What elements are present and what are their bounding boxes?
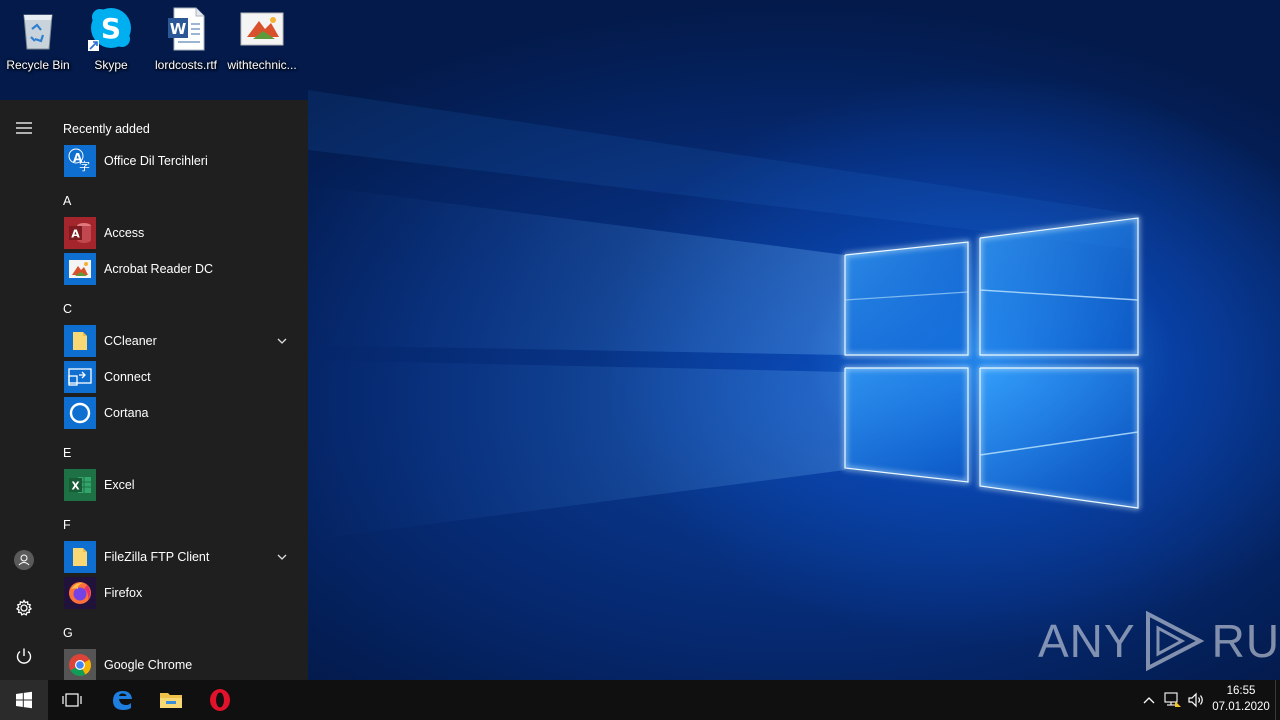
user-icon[interactable] <box>0 538 48 582</box>
app-cortana[interactable]: Cortana <box>48 395 300 431</box>
desktop-icon-recycle-bin[interactable]: Recycle Bin <box>0 6 76 78</box>
desktop-icon-label: Skype <box>94 58 128 72</box>
section-letter-c[interactable]: C <box>63 302 72 316</box>
app-name: Access <box>104 226 145 240</box>
file-explorer-taskbar-button[interactable] <box>147 680 195 720</box>
section-letter-f[interactable]: F <box>63 518 71 532</box>
watermark-right: RUN <box>1211 615 1280 667</box>
image-file-icon <box>238 6 286 52</box>
app-name: Acrobat Reader DC <box>104 262 214 276</box>
app-acrobat-reader-dc[interactable]: Acrobat Reader DC <box>48 251 300 287</box>
app-name: CCleaner <box>104 334 157 348</box>
recycle-bin-icon <box>14 6 62 52</box>
firefox-icon <box>64 577 96 609</box>
watermark-left: ANY <box>1038 615 1136 667</box>
section-letter-g[interactable]: G <box>63 626 73 640</box>
app-access[interactable]: A Access <box>48 215 300 251</box>
app-google-chrome[interactable]: Google Chrome <box>48 647 300 680</box>
task-view-icon <box>62 693 82 707</box>
app-name: Connect <box>104 370 151 384</box>
cortana-icon <box>64 397 96 429</box>
folder-icon <box>64 325 96 357</box>
start-windows-icon <box>16 691 32 709</box>
hamburger-menu-icon[interactable] <box>0 106 48 150</box>
desktop-icon-withtechnic[interactable]: withtechnic... <box>224 6 300 78</box>
edge-icon <box>113 691 132 710</box>
svg-text:W: W <box>170 20 187 38</box>
taskbar: 16:55 07.01.2020 <box>0 680 1280 720</box>
show-desktop-button[interactable] <box>1275 680 1280 720</box>
clock-date: 07.01.2020 <box>1212 701 1270 713</box>
desktop-icon-lordcosts[interactable]: W lordcosts.rtf <box>148 6 224 78</box>
power-icon[interactable] <box>0 634 48 678</box>
app-name: Cortana <box>104 406 149 420</box>
opera-icon <box>210 689 230 711</box>
clock-time: 16:55 <box>1226 685 1256 697</box>
chrome-icon <box>64 649 96 680</box>
app-office-dil-tercihleri[interactable]: A字 Office Dil Tercihleri <box>48 143 300 179</box>
skype-icon: S <box>87 6 135 52</box>
start-menu-rail <box>0 100 48 680</box>
opera-taskbar-button[interactable] <box>196 680 244 720</box>
anyrun-watermark: ANY RUN <box>1038 606 1280 676</box>
svg-text:S: S <box>101 12 121 45</box>
svg-text:A: A <box>71 228 80 241</box>
start-menu: Recently added A字 Office Dil Tercihleri … <box>0 100 308 680</box>
settings-icon[interactable] <box>0 586 48 630</box>
play-icon <box>1145 610 1204 672</box>
file-explorer-icon <box>160 693 182 708</box>
app-firefox[interactable]: Firefox <box>48 575 300 611</box>
show-hidden-icons-chevron[interactable] <box>1139 690 1159 710</box>
access-icon: A <box>64 217 96 249</box>
task-view-button[interactable] <box>48 680 96 720</box>
folder-icon <box>64 541 96 573</box>
section-letter-e[interactable]: E <box>63 446 71 460</box>
app-name: Excel <box>104 478 135 492</box>
volume-icon[interactable] <box>1186 690 1206 710</box>
app-ccleaner[interactable]: CCleaner <box>48 323 300 359</box>
recently-added-header: Recently added <box>63 122 150 136</box>
word-document-icon: W <box>162 6 210 52</box>
app-excel[interactable]: X Excel <box>48 467 300 503</box>
desktop-icon-skype[interactable]: S Skype <box>73 6 149 78</box>
start-menu-app-list: Recently added A字 Office Dil Tercihleri … <box>48 100 308 680</box>
desktop-icon-label: lordcosts.rtf <box>154 58 217 72</box>
app-name: FileZilla FTP Client <box>104 550 210 564</box>
section-letter-a[interactable]: A <box>63 194 71 208</box>
app-name: Firefox <box>104 586 143 600</box>
app-name: Google Chrome <box>104 658 193 672</box>
svg-text:X: X <box>71 481 79 493</box>
chevron-down-icon[interactable] <box>276 551 288 563</box>
taskbar-clock[interactable]: 16:55 07.01.2020 <box>1206 683 1276 717</box>
desktop-icon-label: withtechnic... <box>227 58 297 72</box>
edge-taskbar-button[interactable] <box>98 680 146 720</box>
network-icon[interactable] <box>1163 690 1183 710</box>
start-button[interactable] <box>0 680 48 720</box>
connect-icon <box>64 361 96 393</box>
chevron-down-icon[interactable] <box>276 335 288 347</box>
app-connect[interactable]: Connect <box>48 359 300 395</box>
app-filezilla[interactable]: FileZilla FTP Client <box>48 539 300 575</box>
app-name: Office Dil Tercihleri <box>104 154 208 168</box>
desktop-icon-label: Recycle Bin <box>6 58 70 72</box>
acrobat-icon <box>64 253 96 285</box>
office-language-icon: A字 <box>64 145 96 177</box>
excel-icon: X <box>64 469 96 501</box>
